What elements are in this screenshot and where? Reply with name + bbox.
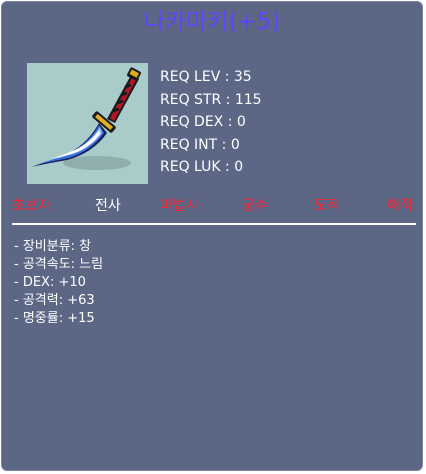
stat-list: - 장비분류: 창 - 공격속도: 느림 - DEX: +10 - 공격력: +… xyxy=(14,238,103,328)
req-level: REQ LEV : 35 xyxy=(160,69,252,85)
job-thief: 도적 xyxy=(314,198,340,214)
stat-attack: - 공격력: +63 xyxy=(14,293,95,308)
job-beginner: 초보자 xyxy=(12,198,51,214)
item-icon-frame xyxy=(27,63,148,184)
job-magician: 마법사 xyxy=(160,198,199,214)
req-dex: REQ DEX : 0 xyxy=(160,114,246,130)
job-pirate: 해적 xyxy=(387,198,413,214)
job-list: 초보자 전사 마법사 궁수 도적 해적 xyxy=(2,195,426,217)
stat-weapon-type: - 장비분류: 창 xyxy=(14,239,92,254)
req-int: REQ INT : 0 xyxy=(160,136,240,153)
job-bowman: 궁수 xyxy=(242,198,268,214)
stat-accuracy: - 명중률: +15 xyxy=(14,311,95,326)
req-luk: REQ LUK : 0 xyxy=(160,159,244,175)
stat-attack-speed: - 공격속도: 느림 xyxy=(14,257,104,272)
katana-dagger-icon xyxy=(31,67,141,170)
item-tooltip: 나카마키(+5) REQ LEV : 35 REQ STR : 115 REQ … xyxy=(1,1,423,471)
stat-dex: - DEX: +10 xyxy=(14,275,86,290)
req-str: REQ STR : 115 xyxy=(160,91,262,108)
job-warrior: 전사 xyxy=(95,198,121,214)
requirement-list: REQ LEV : 35 REQ STR : 115 REQ DEX : 0 R… xyxy=(160,66,262,179)
divider xyxy=(12,223,416,225)
item-name: 나카마키(+5) xyxy=(143,9,281,35)
